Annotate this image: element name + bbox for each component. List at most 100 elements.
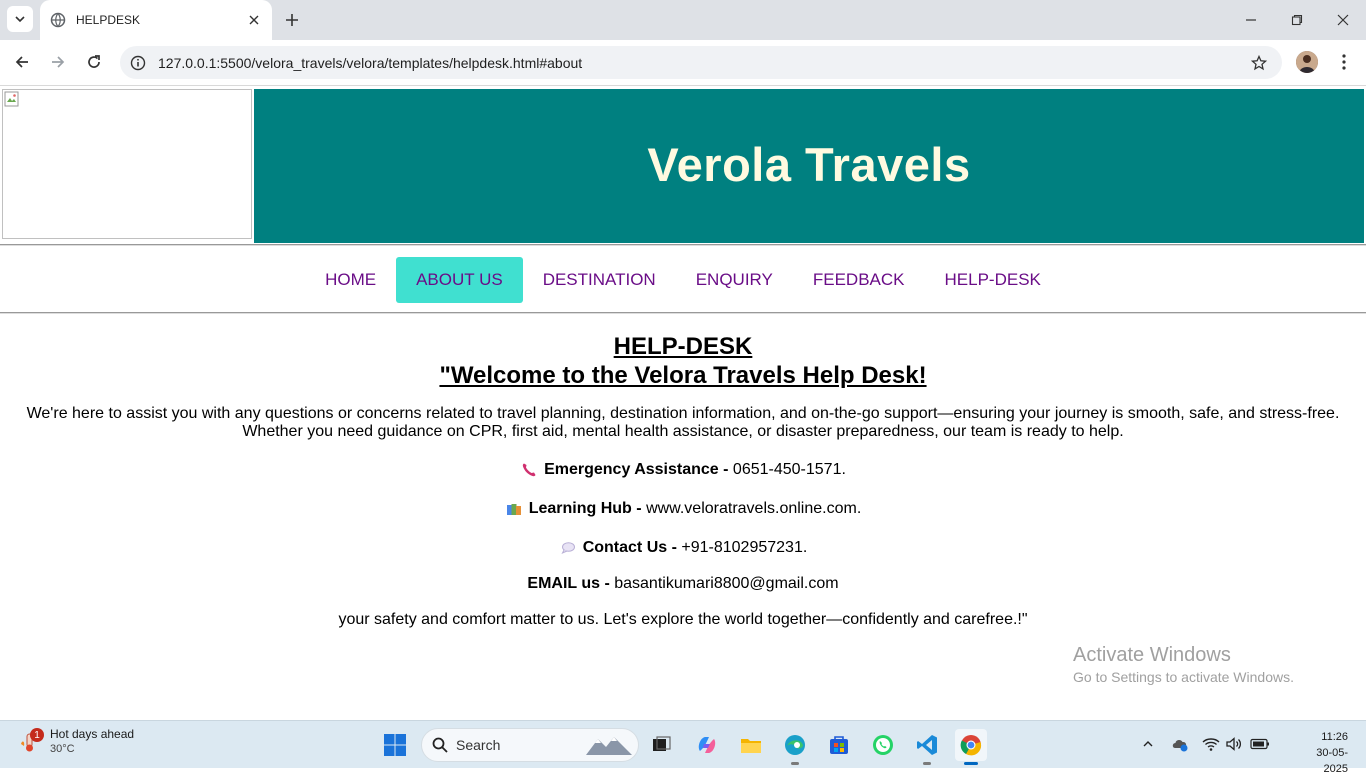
wifi-tray[interactable] xyxy=(1200,733,1222,755)
minimize-button[interactable] xyxy=(1228,0,1274,40)
volume-tray[interactable] xyxy=(1223,733,1245,755)
file-explorer-app[interactable] xyxy=(735,729,767,761)
running-indicator xyxy=(923,762,931,765)
taskbar-search[interactable]: Search xyxy=(421,728,639,762)
info-icon xyxy=(130,55,146,70)
helpdesk-heading: HELP-DESK xyxy=(613,333,753,360)
welcome-heading: "Welcome to the Velora Travels Help Desk… xyxy=(439,362,927,389)
start-button[interactable] xyxy=(379,729,411,761)
intro-paragraph: We're here to assist you with any questi… xyxy=(0,405,1366,441)
back-button[interactable] xyxy=(8,48,36,76)
nav-destination[interactable]: DESTINATION xyxy=(523,257,676,303)
speaker-icon xyxy=(1226,737,1242,751)
search-icon xyxy=(432,737,448,753)
mountains-icon xyxy=(586,737,632,755)
task-view-button[interactable] xyxy=(646,729,678,761)
chevron-down-icon xyxy=(15,16,25,23)
emergency-label: Emergency Assistance - xyxy=(544,461,729,478)
contact-value: +91-8102957231. xyxy=(681,539,808,556)
whatsapp-icon xyxy=(873,735,893,755)
books-icon xyxy=(505,500,523,518)
wifi-icon xyxy=(1202,738,1220,751)
phone-icon xyxy=(520,461,538,479)
browser-toolbar: 127.0.0.1:5500/velora_travels/velora/tem… xyxy=(0,40,1366,86)
restore-icon xyxy=(1291,14,1303,26)
vscode-app[interactable] xyxy=(911,729,943,765)
weather-title: Hot days ahead xyxy=(50,727,135,741)
search-label: Search xyxy=(456,737,501,753)
forward-button[interactable] xyxy=(44,48,72,76)
globe-icon xyxy=(50,12,66,28)
whatsapp-app[interactable] xyxy=(867,729,899,761)
learning-label: Learning Hub - xyxy=(528,500,642,517)
tab-title: HELPDESK xyxy=(76,13,141,27)
nav-about-us[interactable]: ABOUT US xyxy=(396,257,523,303)
battery-icon xyxy=(1250,738,1269,750)
nav-help-desk[interactable]: HELP-DESK xyxy=(925,257,1061,303)
email-value: basantikumari8800@gmail.com xyxy=(614,575,839,592)
chrome-icon xyxy=(960,735,982,756)
nav-enquiry[interactable]: ENQUIRY xyxy=(676,257,793,303)
nav-feedback[interactable]: FEEDBACK xyxy=(793,257,925,303)
clock-time: 11:26 xyxy=(1321,731,1348,743)
emergency-value: 0651-450-1571. xyxy=(732,461,846,478)
bookmark-button[interactable] xyxy=(1242,46,1276,79)
restore-button[interactable] xyxy=(1274,0,1320,40)
more-vertical-icon xyxy=(1342,54,1346,70)
chrome-app[interactable] xyxy=(955,729,987,765)
battery-tray[interactable] xyxy=(1249,733,1271,755)
weather-temp: 30°C xyxy=(50,743,75,755)
site-info-button[interactable] xyxy=(121,46,155,79)
banner-title: Verola Travels xyxy=(647,137,971,191)
close-window-button[interactable] xyxy=(1320,0,1366,40)
nav-home[interactable]: HOME xyxy=(305,257,396,303)
reload-icon xyxy=(88,55,100,68)
thermometer-icon: 1 xyxy=(18,728,44,754)
helpdesk-section: HELP-DESK "Welcome to the Velora Travels… xyxy=(0,332,1366,629)
learning-hub-line: Learning Hub - www.veloratravels.online.… xyxy=(0,500,1366,518)
copilot-app[interactable] xyxy=(691,729,723,761)
contact-line: Contact Us - +91-8102957231. xyxy=(0,539,1366,557)
logo-image-broken xyxy=(2,89,252,239)
show-hidden-icons-button[interactable] xyxy=(1137,733,1159,755)
main-nav: HOME ABOUT US DESTINATION ENQUIRY FEEDBA… xyxy=(0,257,1366,303)
broken-image-icon xyxy=(4,91,19,107)
copilot-icon xyxy=(698,737,716,753)
activate-windows-watermark: Activate Windows Go to Settings to activ… xyxy=(1073,643,1294,687)
watermark-line-2: Go to Settings to activate Windows. xyxy=(1073,669,1294,685)
tab-search-button[interactable] xyxy=(7,6,33,32)
address-bar[interactable]: 127.0.0.1:5500/velora_travels/velora/tem… xyxy=(120,46,1282,79)
folder-icon xyxy=(741,739,761,753)
browser-menu-button[interactable] xyxy=(1332,50,1356,74)
chevron-up-icon xyxy=(1143,741,1153,747)
tab-close-button[interactable] xyxy=(246,12,262,28)
plus-icon xyxy=(286,14,298,26)
browser-tab-bar: HELPDESK xyxy=(0,0,1366,40)
reload-button[interactable] xyxy=(80,48,108,76)
minimize-icon xyxy=(1246,19,1256,21)
edge-icon xyxy=(785,735,805,755)
email-line: EMAIL us - basantikumari8800@gmail.com xyxy=(0,575,1366,593)
store-app[interactable] xyxy=(823,729,855,761)
speech-bubble-icon xyxy=(559,539,577,557)
arrow-left-icon xyxy=(15,56,28,68)
site-banner: Verola Travels xyxy=(254,89,1364,243)
new-tab-button[interactable] xyxy=(280,8,304,32)
windows-logo-icon xyxy=(384,734,406,756)
system-clock[interactable]: 11:26 30-05-2025 xyxy=(1300,729,1348,777)
onedrive-tray[interactable] xyxy=(1169,733,1191,755)
edge-app[interactable] xyxy=(779,729,811,765)
weather-widget[interactable]: 1 Hot days ahead 30°C xyxy=(18,727,134,757)
profile-avatar[interactable] xyxy=(1296,51,1318,73)
browser-tab[interactable]: HELPDESK xyxy=(40,0,272,40)
clock-date: 30-05-2025 xyxy=(1316,747,1348,775)
emergency-line: Emergency Assistance - 0651-450-1571. xyxy=(0,461,1366,479)
closing-text: your safety and comfort matter to us. Le… xyxy=(338,611,1028,628)
close-icon xyxy=(1337,14,1349,26)
contact-label: Contact Us - xyxy=(582,539,677,556)
active-indicator xyxy=(964,762,978,765)
web-page: Verola Travels HOME ABOUT US DESTINATION… xyxy=(0,87,1366,720)
url-text[interactable]: 127.0.0.1:5500/velora_travels/velora/tem… xyxy=(158,55,1242,71)
arrow-right-icon xyxy=(52,56,65,68)
watermark-line-1: Activate Windows xyxy=(1073,644,1231,666)
